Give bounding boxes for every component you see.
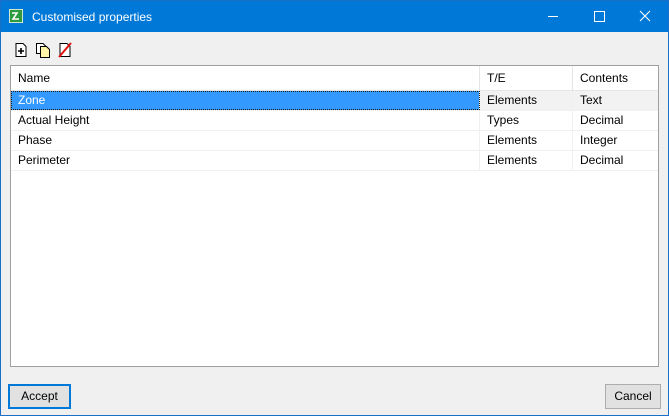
table-row[interactable]: Phase Elements Integer (11, 131, 658, 151)
cell-name[interactable]: Zone (11, 91, 480, 110)
delete-button[interactable] (57, 42, 73, 58)
properties-table[interactable]: Name T/E Contents Zone Elements Text Act… (10, 65, 659, 367)
cancel-button[interactable]: Cancel (605, 384, 661, 409)
cell-name[interactable]: Phase (11, 131, 480, 150)
cell-name[interactable]: Actual Height (11, 111, 480, 130)
close-button[interactable] (622, 1, 668, 32)
minimize-button[interactable] (530, 1, 576, 32)
column-header-te[interactable]: T/E (480, 66, 573, 90)
table-row[interactable]: Actual Height Types Decimal (11, 111, 658, 131)
toolbar (13, 42, 83, 60)
cell-contents[interactable]: Text (573, 91, 658, 110)
cell-contents[interactable]: Decimal (573, 151, 658, 170)
cell-te[interactable]: Types (480, 111, 573, 130)
cell-contents[interactable]: Decimal (573, 111, 658, 130)
copy-document-icon (36, 43, 50, 58)
app-icon (9, 9, 23, 23)
delete-icon (58, 42, 72, 58)
column-header-name[interactable]: Name (11, 66, 480, 90)
table-row[interactable]: Zone Elements Text (11, 91, 658, 111)
cell-te[interactable]: Elements (480, 131, 573, 150)
cell-name[interactable]: Perimeter (11, 151, 480, 170)
window-title: Customised properties (32, 10, 153, 24)
add-document-icon (15, 43, 27, 57)
copy-button[interactable] (35, 42, 51, 58)
table-header: Name T/E Contents (11, 66, 658, 91)
accept-button[interactable]: Accept (8, 384, 71, 409)
cell-te[interactable]: Elements (480, 151, 573, 170)
table-row[interactable]: Perimeter Elements Decimal (11, 151, 658, 171)
maximize-button[interactable] (576, 1, 622, 32)
add-button[interactable] (13, 42, 29, 58)
title-bar[interactable]: Customised properties (1, 1, 668, 32)
cell-te[interactable]: Elements (480, 91, 573, 110)
column-header-contents[interactable]: Contents (573, 66, 658, 90)
cell-contents[interactable]: Integer (573, 131, 658, 150)
dialog-window: Customised properties Name T/E Contents … (0, 0, 669, 416)
